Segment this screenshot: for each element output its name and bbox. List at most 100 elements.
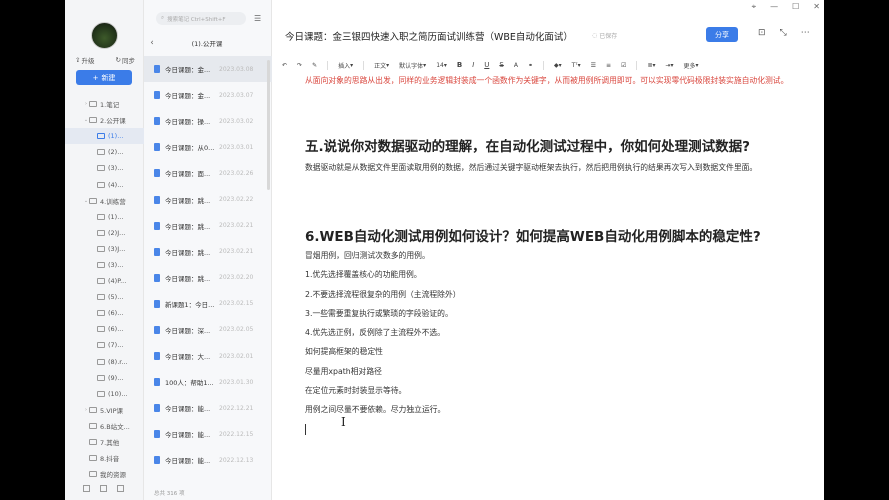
sidebar-folder-item[interactable]: (2)J... bbox=[65, 225, 144, 241]
sidebar-folder-item[interactable]: ⌄ 4.训练营 bbox=[65, 193, 144, 209]
sidebar-folder-item[interactable]: 8.抖音 bbox=[65, 450, 144, 466]
note-date: 2022.12.15 bbox=[219, 430, 254, 438]
paragraph-style-select[interactable]: 正文 ▾ bbox=[374, 61, 389, 70]
bold-icon[interactable]: B bbox=[457, 61, 462, 69]
notes-list-title: (1).公开课 bbox=[191, 40, 223, 48]
sync-button[interactable]: ↻ 同步 bbox=[116, 55, 135, 65]
note-title: 今日课题：面... bbox=[165, 170, 211, 179]
notes-scrollbar[interactable] bbox=[267, 60, 270, 190]
note-list-item[interactable]: 今日课题：跳... 2023.02.22 bbox=[144, 186, 272, 212]
sidebar-folder-item[interactable]: (7)... bbox=[65, 337, 144, 353]
sort-icon[interactable]: ☰ bbox=[254, 14, 261, 23]
format-painter-icon[interactable]: ✎ bbox=[312, 62, 317, 69]
upgrade-button[interactable]: ⇪ 升级 bbox=[75, 55, 94, 65]
answer-line: 4.优先选正例，反例除了主流程外不选。 bbox=[305, 328, 445, 338]
folder-label: 6.B站文... bbox=[100, 422, 130, 431]
link-icon[interactable]: ⚭ bbox=[528, 62, 533, 69]
avatar[interactable] bbox=[91, 22, 118, 49]
sidebar-folder-item[interactable]: (4)P... bbox=[65, 273, 144, 289]
folder-label: (2)J... bbox=[108, 228, 126, 237]
new-note-button[interactable]: + 新建 bbox=[76, 70, 132, 85]
search-input[interactable]: ⌕ 搜索笔记 Ctrl+Shift+F bbox=[156, 12, 246, 25]
minimize-icon[interactable]: — bbox=[770, 2, 778, 12]
folder-label: (9)... bbox=[108, 373, 124, 382]
note-title: 今日课题：从0... bbox=[165, 144, 215, 153]
folder-icon bbox=[97, 326, 105, 333]
sidebar-folder-item[interactable]: ⌄ 2.公开课 bbox=[65, 112, 144, 128]
note-list-item[interactable]: 今日课题：跳... 2023.02.21 bbox=[144, 213, 272, 239]
toolbar-divider bbox=[636, 60, 638, 70]
note-list-item[interactable]: 今日课题：金... 2023.03.08 bbox=[144, 56, 272, 83]
maximize-icon[interactable]: ☐ bbox=[792, 2, 799, 12]
sidebar-folder-item[interactable]: 6.B站文... bbox=[65, 418, 144, 434]
document-body[interactable]: 从面向对象的思路从出发，同样的业务逻辑封装成一个函数作为关键字，从而被用例所调用… bbox=[305, 74, 805, 435]
insert-menu[interactable]: 插入 ▾ bbox=[338, 61, 353, 70]
text-style-icon[interactable]: Tᵀ▾ bbox=[572, 62, 581, 69]
indent-icon[interactable]: ⇥▾ bbox=[665, 62, 673, 69]
note-list-item[interactable]: 新课题1：今日... 2023.02.15 bbox=[144, 291, 272, 317]
sidebar-folder-item[interactable]: (2)... bbox=[65, 144, 144, 160]
pin-icon[interactable]: ⌖ bbox=[752, 2, 757, 12]
align-icon[interactable]: ≣▾ bbox=[647, 62, 655, 69]
collapse-icon[interactable]: ⤡ bbox=[780, 28, 787, 38]
sidebar-folder-item[interactable]: (3)... bbox=[65, 257, 144, 273]
note-list-item[interactable]: 今日课题：能... 2022.12.21 bbox=[144, 395, 272, 421]
share-button[interactable]: 分享 bbox=[706, 27, 738, 42]
note-list-item[interactable]: 今日课题：跳... 2023.02.20 bbox=[144, 265, 272, 291]
italic-icon[interactable]: I bbox=[472, 61, 474, 69]
sidebar-folder-item[interactable]: (3)... bbox=[65, 160, 144, 176]
back-icon[interactable]: ‹ bbox=[144, 38, 160, 48]
sidebar-folder-item[interactable]: (5)... bbox=[65, 289, 144, 305]
folder-label: 5.VIP课 bbox=[100, 406, 123, 415]
document-icon bbox=[154, 273, 160, 282]
note-list-item[interactable]: 今日课题：深... 2023.02.05 bbox=[144, 317, 272, 343]
more-icon[interactable]: ⋯ bbox=[801, 28, 810, 38]
sidebar-folder-item[interactable]: (10)... bbox=[65, 386, 144, 402]
note-list: 今日课题：金... 2023.03.08 今日课题：金... 2023.03.07 今日… bbox=[144, 56, 272, 474]
folder-icon bbox=[97, 374, 105, 381]
sidebar-folder-item[interactable]: (8).r... bbox=[65, 354, 144, 370]
sidebar-folder-item[interactable]: (1)... bbox=[65, 209, 144, 225]
trash-icon[interactable] bbox=[100, 485, 107, 492]
sidebar-folder-item[interactable]: (6)... bbox=[65, 321, 144, 337]
sidebar-folder-item[interactable]: › 1.笔记 bbox=[65, 96, 144, 112]
note-list-item[interactable]: 今日课题：跳... 2023.02.21 bbox=[144, 239, 272, 265]
highlight-icon[interactable]: ◆▾ bbox=[554, 62, 562, 69]
note-list-item[interactable]: 今日课题：从0... 2023.03.01 bbox=[144, 134, 272, 160]
note-list-item[interactable]: 今日课题：面... 2023.02.26 bbox=[144, 160, 272, 186]
folder-label: 4.训练营 bbox=[100, 197, 126, 206]
sidebar-folder-item[interactable]: (3)J... bbox=[65, 241, 144, 257]
note-list-item[interactable]: 今日课题：操... 2023.03.02 bbox=[144, 108, 272, 134]
sidebar-folder-item[interactable]: (4)... bbox=[65, 176, 144, 192]
note-list-item[interactable]: 今日课题：金... 2023.03.07 bbox=[144, 82, 272, 108]
bullet-list-icon[interactable]: ☰ bbox=[591, 62, 596, 69]
sidebar-folder-item[interactable]: 7.其他 bbox=[65, 434, 144, 450]
settings-icon[interactable] bbox=[117, 485, 124, 492]
note-list-item[interactable]: 100人：帮助1... 2023.01.30 bbox=[144, 369, 272, 395]
font-size-select[interactable]: 14 ▾ bbox=[436, 62, 447, 69]
strikethrough-icon[interactable]: S bbox=[499, 61, 503, 69]
folder-label: (10)... bbox=[108, 389, 128, 398]
layout-icon[interactable] bbox=[83, 485, 90, 492]
note-list-item[interactable]: 今日课题：能... 2022.12.15 bbox=[144, 421, 272, 447]
more-tools-menu[interactable]: 更多 ▾ bbox=[684, 61, 699, 70]
numbered-list-icon[interactable]: ≡ bbox=[606, 62, 611, 69]
checklist-icon[interactable]: ☑ bbox=[621, 62, 626, 69]
close-icon[interactable]: ✕ bbox=[813, 2, 820, 12]
font-color-icon[interactable]: A bbox=[514, 62, 518, 69]
note-list-item[interactable]: 今日课题：大... 2023.02.01 bbox=[144, 343, 272, 369]
sidebar-folder-item[interactable]: (1)... bbox=[65, 128, 144, 145]
redo-icon[interactable]: ↷ bbox=[297, 62, 302, 69]
present-icon[interactable]: ⊡ bbox=[758, 28, 766, 38]
sidebar-folder-item[interactable]: (6)... bbox=[65, 305, 144, 321]
sidebar-folder-item[interactable]: › 5.VIP课 bbox=[65, 402, 144, 418]
sidebar-folder-item[interactable]: (9)... bbox=[65, 370, 144, 386]
folder-icon bbox=[97, 213, 105, 220]
underline-icon[interactable]: U bbox=[484, 61, 489, 69]
sidebar-folder-item[interactable]: 我的资源 bbox=[65, 466, 144, 482]
undo-icon[interactable]: ↶ bbox=[282, 62, 287, 69]
font-select[interactable]: 默认字体 ▾ bbox=[399, 61, 426, 70]
note-list-item[interactable]: 今日课题：能... 2022.12.13 bbox=[144, 447, 272, 473]
folder-icon bbox=[89, 101, 97, 108]
document-title[interactable]: 今日课题：金三银四快速入职之简历面试训练营（WBE自动化面试） bbox=[285, 29, 573, 43]
